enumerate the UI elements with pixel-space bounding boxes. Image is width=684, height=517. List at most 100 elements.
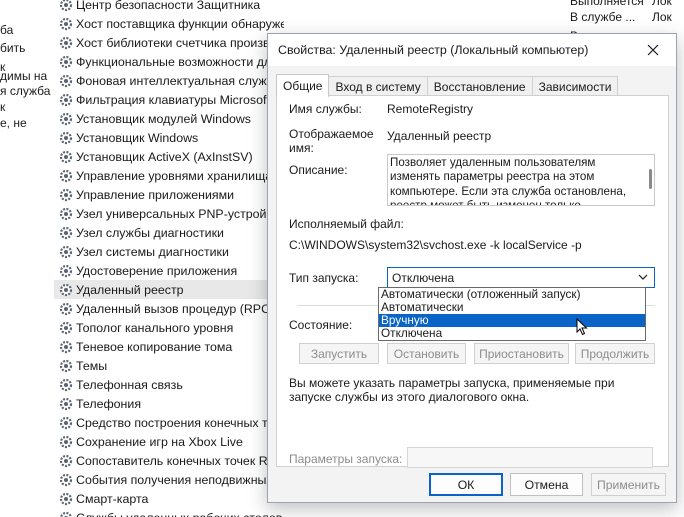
service-row[interactable]: Сохранение игр на Xbox Live bbox=[54, 432, 284, 451]
pause-button[interactable]: Приостановить bbox=[474, 343, 569, 364]
service-row[interactable]: Фоновая интеллектуальная служба передачи bbox=[54, 71, 284, 90]
service-name: Управление уровнями хранилища bbox=[76, 168, 273, 183]
params-input[interactable] bbox=[407, 447, 653, 468]
startup-type-select[interactable]: Отключена bbox=[387, 267, 655, 288]
gear-icon bbox=[59, 17, 73, 30]
startup-type-value: Отключена bbox=[392, 270, 455, 285]
general-tab-panel: Имя службы: RemoteRegistry Отображаемое … bbox=[276, 95, 669, 468]
service-name: Удостоверение приложения bbox=[76, 263, 238, 278]
gear-icon bbox=[59, 321, 73, 334]
service-row[interactable]: Установщик ActiveX (AxInstSV) bbox=[54, 147, 284, 166]
gear-icon bbox=[59, 359, 73, 372]
service-name: Телефония bbox=[76, 396, 142, 411]
gear-icon bbox=[59, 340, 73, 353]
service-row[interactable]: Управление уровнями хранилища bbox=[54, 166, 284, 185]
tab-bar: Общие Вход в систему Восстановление Зави… bbox=[276, 74, 619, 97]
service-name: Сопоставитель конечных точек RPC bbox=[76, 453, 284, 468]
gear-icon bbox=[59, 454, 73, 467]
tab-logon[interactable]: Вход в систему bbox=[328, 76, 428, 96]
startup-type-label: Тип запуска: bbox=[289, 271, 359, 285]
gear-icon bbox=[59, 226, 73, 239]
startup-type-dropdown[interactable]: Автоматически (отложенный запуск) Автома… bbox=[378, 287, 646, 341]
close-button[interactable] bbox=[630, 34, 676, 66]
apply-button[interactable]: Применить bbox=[591, 473, 666, 496]
cancel-button[interactable]: Отмена bbox=[510, 473, 583, 496]
service-name: Функциональные возможности для подключен… bbox=[76, 54, 284, 69]
gear-icon bbox=[59, 416, 73, 429]
service-row[interactable]: Удостоверение приложения bbox=[54, 261, 284, 280]
gear-icon bbox=[59, 169, 73, 182]
display-name-value[interactable]: Удаленный реестр bbox=[387, 129, 491, 143]
service-row[interactable]: Узел службы диагностики bbox=[54, 223, 284, 242]
gear-icon bbox=[59, 131, 73, 144]
service-name: Хост библиотеки счетчика производительно… bbox=[76, 35, 284, 50]
service-name: Смарт-карта bbox=[76, 491, 149, 506]
description-box[interactable]: Позволяет удаленным пользователям изменя… bbox=[387, 154, 655, 206]
params-hint: Вы можете указать параметры запуска, при… bbox=[289, 376, 615, 404]
service-name-label: Имя службы: bbox=[289, 102, 362, 116]
left-fragment: е, не bbox=[0, 116, 27, 130]
service-row[interactable]: Теневое копирование тома bbox=[54, 337, 284, 356]
status-cell: Выполняется bbox=[570, 0, 644, 8]
gear-icon bbox=[59, 150, 73, 163]
resume-button[interactable]: Продолжить bbox=[575, 343, 655, 364]
mouse-cursor-icon bbox=[576, 318, 588, 336]
gear-icon bbox=[59, 511, 73, 517]
service-row[interactable]: Установщик модулей Windows bbox=[54, 109, 284, 128]
stop-button[interactable]: Остановить bbox=[387, 343, 466, 364]
executable-label: Исполняемый файл: bbox=[289, 217, 404, 231]
service-name: Удаленный вызов процедур (RPC) bbox=[76, 301, 275, 316]
gear-icon bbox=[59, 302, 73, 315]
service-name: Темы bbox=[76, 358, 108, 373]
service-row[interactable]: Удаленный реестр bbox=[54, 280, 284, 299]
service-row[interactable]: Средство построения конечных точек bbox=[54, 413, 284, 432]
service-row[interactable]: Службы удаленных рабочих столов bbox=[54, 508, 284, 517]
tab-recovery[interactable]: Восстановление bbox=[426, 76, 533, 96]
service-name: Теневое копирование тома bbox=[76, 339, 233, 354]
gear-icon bbox=[59, 473, 73, 486]
dialog-titlebar[interactable]: Свойства: Удаленный реестр (Локальный ко… bbox=[268, 34, 676, 66]
service-name-value: RemoteRegistry bbox=[387, 102, 474, 116]
service-row[interactable]: Фильтрация клавиатуры Microsoft bbox=[54, 90, 284, 109]
service-name: Установщик Windows bbox=[76, 130, 199, 145]
left-fragment: я служба bbox=[0, 84, 51, 98]
service-name: Сохранение игр на Xbox Live bbox=[76, 434, 243, 449]
gear-icon bbox=[59, 378, 73, 391]
executable-path: C:\WINDOWS\system32\svchost.exe -k local… bbox=[289, 238, 582, 252]
chevron-down-icon bbox=[638, 274, 648, 280]
gear-icon bbox=[59, 264, 73, 277]
service-row[interactable]: Телефония bbox=[54, 394, 284, 413]
service-name: Удаленный реестр bbox=[76, 282, 184, 297]
left-pane-fragments: ба бить к димы на я служба к е, не bbox=[0, 0, 52, 517]
service-row[interactable]: Функциональные возможности для подключен… bbox=[54, 52, 284, 71]
service-row[interactable]: Центр безопасности Защитника bbox=[54, 0, 284, 14]
left-fragment: бить bbox=[0, 41, 26, 55]
service-row[interactable]: Сопоставитель конечных точек RPC bbox=[54, 451, 284, 470]
tab-dependencies[interactable]: Зависимости bbox=[531, 76, 619, 96]
start-button[interactable]: Запустить bbox=[299, 343, 379, 364]
service-row[interactable]: Темы bbox=[54, 356, 284, 375]
service-row[interactable]: Удаленный вызов процедур (RPC) bbox=[54, 299, 284, 318]
service-name: Фоновая интеллектуальная служба передачи bbox=[76, 73, 284, 88]
service-row[interactable]: Установщик Windows bbox=[54, 128, 284, 147]
service-row[interactable]: Управление приложениями bbox=[54, 185, 284, 204]
dropdown-option-disabled[interactable]: Отключена bbox=[379, 327, 645, 340]
service-row[interactable]: События получения неподвижных изображени… bbox=[54, 470, 284, 489]
service-row[interactable]: Смарт-карта bbox=[54, 489, 284, 508]
service-row[interactable]: Хост библиотеки счетчика производительно… bbox=[54, 33, 284, 52]
service-row[interactable]: Телефонная связь bbox=[54, 375, 284, 394]
description-text: Позволяет удаленным пользователям изменя… bbox=[390, 156, 627, 206]
tab-general[interactable]: Общие bbox=[276, 74, 330, 97]
gear-icon bbox=[59, 283, 73, 296]
service-name: Управление приложениями bbox=[76, 187, 235, 202]
display-name-label: Отображаемое bbox=[289, 127, 374, 141]
service-row[interactable]: Узел универсальных PNP-устройств bbox=[54, 204, 284, 223]
service-row[interactable]: Узел системы диагностики bbox=[54, 242, 284, 261]
description-scrollbar[interactable] bbox=[649, 169, 652, 189]
service-row[interactable]: Хост поставщика функции обнаружения bbox=[54, 14, 284, 33]
service-name: Службы удаленных рабочих столов bbox=[76, 511, 282, 517]
ok-button[interactable]: ОК bbox=[429, 473, 503, 496]
services-list[interactable]: Центр безопасности Защитника Хост поставщ… bbox=[54, 0, 284, 517]
left-fragment: ба bbox=[0, 23, 14, 37]
service-row[interactable]: Тополог канального уровня bbox=[54, 318, 284, 337]
